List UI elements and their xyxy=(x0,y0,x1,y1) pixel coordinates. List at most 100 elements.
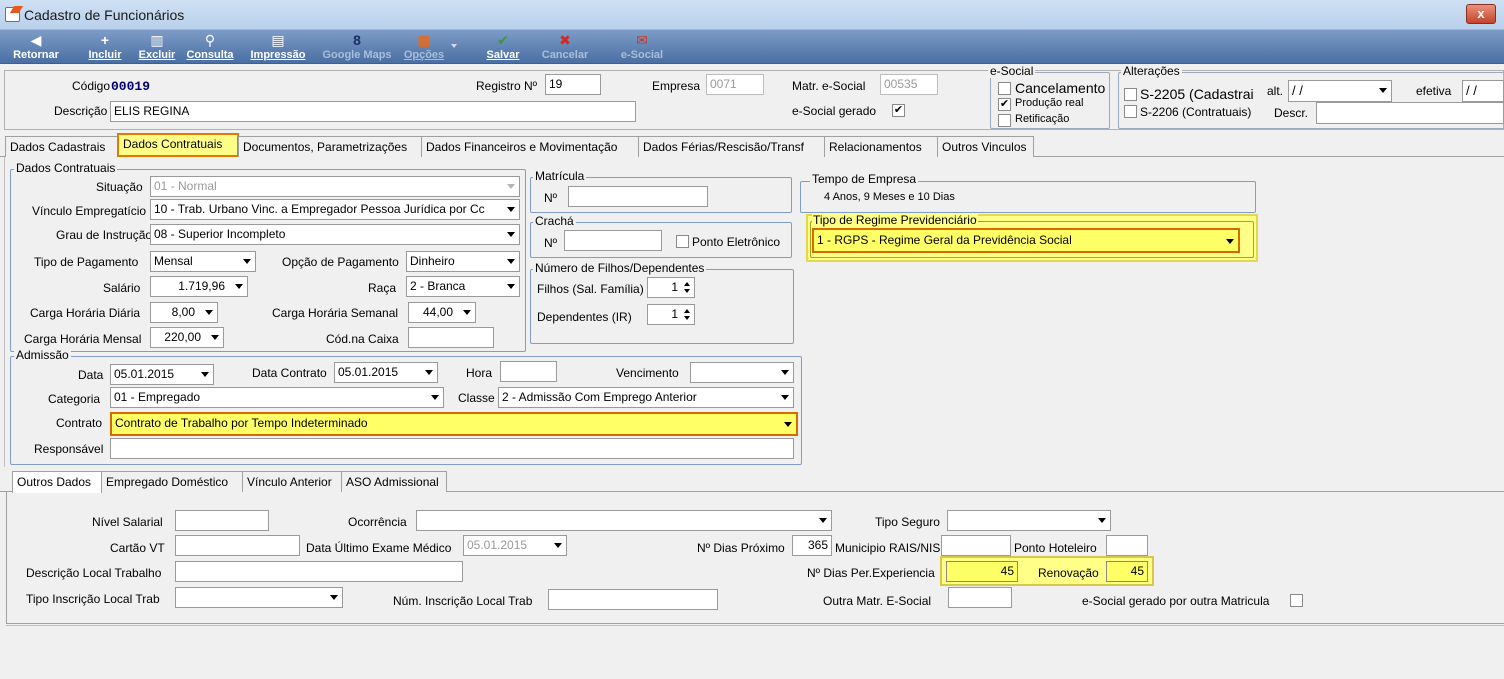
data-contrato-picker[interactable]: 05.01.2015 xyxy=(334,362,438,383)
increment-icon[interactable] xyxy=(684,309,690,313)
opcoes-dropdown-icon[interactable] xyxy=(451,44,457,48)
responsavel-input[interactable] xyxy=(110,438,794,459)
esocial-gerado-checkbox[interactable]: ✔ xyxy=(892,104,905,117)
descricao-label: Descrição xyxy=(54,104,108,118)
ponto-eletronico-checkbox[interactable] xyxy=(676,235,689,248)
tab-dados-contratuais[interactable]: Dados Contratuais xyxy=(117,133,239,157)
cod-caixa-input[interactable] xyxy=(408,327,494,348)
vinculo-label: Vínculo Empregatício xyxy=(32,204,147,218)
dias-proximo-input[interactable]: 365 xyxy=(792,535,832,556)
decrement-icon[interactable] xyxy=(684,316,690,320)
chevron-down-icon xyxy=(819,518,827,523)
classe-select[interactable]: 2 - Admissão Com Emprego Anterior xyxy=(498,387,794,408)
vinculo-select[interactable]: 10 - Trab. Urbano Vinc. a Empregador Pes… xyxy=(150,199,520,220)
tab-dados-financeiros[interactable]: Dados Financeiros e Movimentação xyxy=(421,136,639,157)
carga-diaria-label: Carga Horária Diária xyxy=(30,306,141,320)
cracha-no-label: Nº xyxy=(544,236,558,250)
tipo-seguro-select[interactable] xyxy=(947,510,1111,531)
raca-select[interactable]: 2 - Branca xyxy=(406,276,520,297)
categoria-select[interactable]: 01 - Empregado xyxy=(110,387,444,408)
dias-proximo-label: Nº Dias Próximo xyxy=(697,541,785,555)
contrato-select[interactable]: Contrato de Trabalho por Tempo Indetermi… xyxy=(110,412,798,436)
renovacao-input[interactable]: 45 xyxy=(1106,561,1148,582)
chevron-down-icon xyxy=(784,422,792,427)
cancelar-button[interactable]: ✖ Cancelar xyxy=(538,30,592,64)
tab-relacionamentos[interactable]: Relacionamentos xyxy=(824,136,938,157)
grau-instrucao-select[interactable]: 08 - Superior Incompleto xyxy=(150,224,520,245)
increment-icon[interactable] xyxy=(684,282,690,286)
matr-esocial-input[interactable]: 00535 xyxy=(880,74,938,95)
descricao-local-input[interactable] xyxy=(175,561,463,582)
esocial-button[interactable]: ✉ e-Social xyxy=(614,30,670,64)
s2206-label: S-2206 (Contratuais) xyxy=(1140,105,1252,119)
tab-ferias-rescisao[interactable]: Dados Férias/Rescisão/Transf xyxy=(638,136,825,157)
filhos-familia-label: Filhos (Sal. Família) xyxy=(537,282,644,296)
s2206-checkbox[interactable] xyxy=(1124,105,1137,118)
alt-date-picker[interactable]: / / xyxy=(1288,80,1392,102)
opcoes-button[interactable]: ▦ Opções xyxy=(400,30,448,64)
retornar-button[interactable]: ◀ Retornar xyxy=(8,30,64,64)
incluir-button[interactable]: + Incluir xyxy=(84,30,126,64)
producao-real-checkbox[interactable]: ✔ xyxy=(998,98,1011,111)
chevron-down-icon xyxy=(554,543,562,548)
ponto-hoteleiro-input[interactable] xyxy=(1106,535,1148,556)
outra-matr-input[interactable] xyxy=(948,587,1012,608)
hora-input[interactable] xyxy=(500,361,557,382)
consulta-button[interactable]: ⚲ Consulta xyxy=(184,30,236,64)
matricula-title: Matrícula xyxy=(533,169,587,183)
dependentes-stepper[interactable]: 1 xyxy=(647,304,695,325)
carga-diaria-input[interactable]: 8,00 xyxy=(150,302,218,323)
cartao-vt-input[interactable] xyxy=(175,535,300,556)
vencimento-picker[interactable] xyxy=(690,362,794,383)
google-maps-button[interactable]: 8 Google Maps xyxy=(320,30,394,64)
tipo-pagamento-select[interactable]: Mensal xyxy=(150,251,256,272)
excluir-button[interactable]: ▥ Excluir xyxy=(136,30,178,64)
descricao-input[interactable]: ELIS REGINA xyxy=(110,101,636,122)
dias-experiencia-input[interactable]: 45 xyxy=(946,561,1018,582)
cracha-input[interactable] xyxy=(564,230,662,251)
filhos-familia-stepper[interactable]: 1 xyxy=(647,277,695,298)
chevron-down-icon xyxy=(1226,239,1234,244)
admissao-data-label: Data xyxy=(78,368,104,382)
num-inscricao-input[interactable] xyxy=(548,589,718,610)
chevron-down-icon xyxy=(205,310,213,315)
descr-input[interactable] xyxy=(1316,102,1504,124)
impressao-button[interactable]: ▤ Impressão xyxy=(246,30,310,64)
registro-input[interactable]: 19 xyxy=(545,74,601,95)
exame-medico-picker[interactable]: 05.01.2015 xyxy=(463,535,567,556)
esocial-group-title: e-Social xyxy=(988,64,1036,78)
tab-outros-vinculos[interactable]: Outros Vinculos xyxy=(937,136,1034,157)
close-button[interactable]: x xyxy=(1466,4,1496,24)
subtab-empregado-domestico[interactable]: Empregado Doméstico xyxy=(101,471,243,492)
opcao-pagamento-select[interactable]: Dinheiro xyxy=(406,251,520,272)
ocorrencia-label: Ocorrência xyxy=(348,515,407,529)
decrement-icon[interactable] xyxy=(684,289,690,293)
gerado-outra-checkbox[interactable] xyxy=(1290,594,1303,607)
matricula-input[interactable] xyxy=(568,186,708,207)
subtab-outros-dados[interactable]: Outros Dados xyxy=(12,471,102,493)
efetiva-date-input[interactable]: / / xyxy=(1462,80,1504,102)
nivel-salarial-input[interactable] xyxy=(175,510,269,531)
tab-documentos[interactable]: Documentos, Parametrizações xyxy=(238,136,422,157)
s2205-checkbox[interactable] xyxy=(1124,88,1137,101)
cancelamento-checkbox[interactable] xyxy=(998,82,1011,95)
carga-mensal-input[interactable]: 220,00 xyxy=(150,327,224,348)
municipio-rais-input[interactable] xyxy=(941,535,1011,556)
tab-dados-cadastrais[interactable]: Dados Cadastrais xyxy=(5,136,118,157)
empresa-input[interactable]: 0071 xyxy=(706,74,764,95)
carga-semanal-input[interactable]: 44,00 xyxy=(408,302,476,323)
subtab-vinculo-anterior[interactable]: Vínculo Anterior xyxy=(242,471,342,492)
regime-select[interactable]: 1 - RGPS - Regime Geral da Previdência S… xyxy=(812,228,1240,253)
ocorrencia-select[interactable] xyxy=(416,510,832,531)
tipo-inscricao-select[interactable] xyxy=(175,587,343,608)
salario-input[interactable]: 1.719,96 xyxy=(150,276,248,297)
num-inscricao-label: Núm. Inscrição Local Trab xyxy=(393,594,533,608)
tempo-empresa-value: 4 Anos, 9 Meses e 10 Dias xyxy=(824,191,955,203)
ponto-eletronico-label: Ponto Eletrônico xyxy=(692,235,781,249)
retificacao-checkbox[interactable] xyxy=(998,114,1011,127)
vencimento-label: Vencimento xyxy=(616,366,679,380)
admissao-data-picker[interactable]: 05.01.2015 xyxy=(110,364,214,385)
situacao-select[interactable]: 01 - Normal xyxy=(150,176,520,197)
subtab-aso-admissional[interactable]: ASO Admissional xyxy=(341,471,447,492)
salvar-button[interactable]: ✔ Salvar xyxy=(480,30,526,64)
